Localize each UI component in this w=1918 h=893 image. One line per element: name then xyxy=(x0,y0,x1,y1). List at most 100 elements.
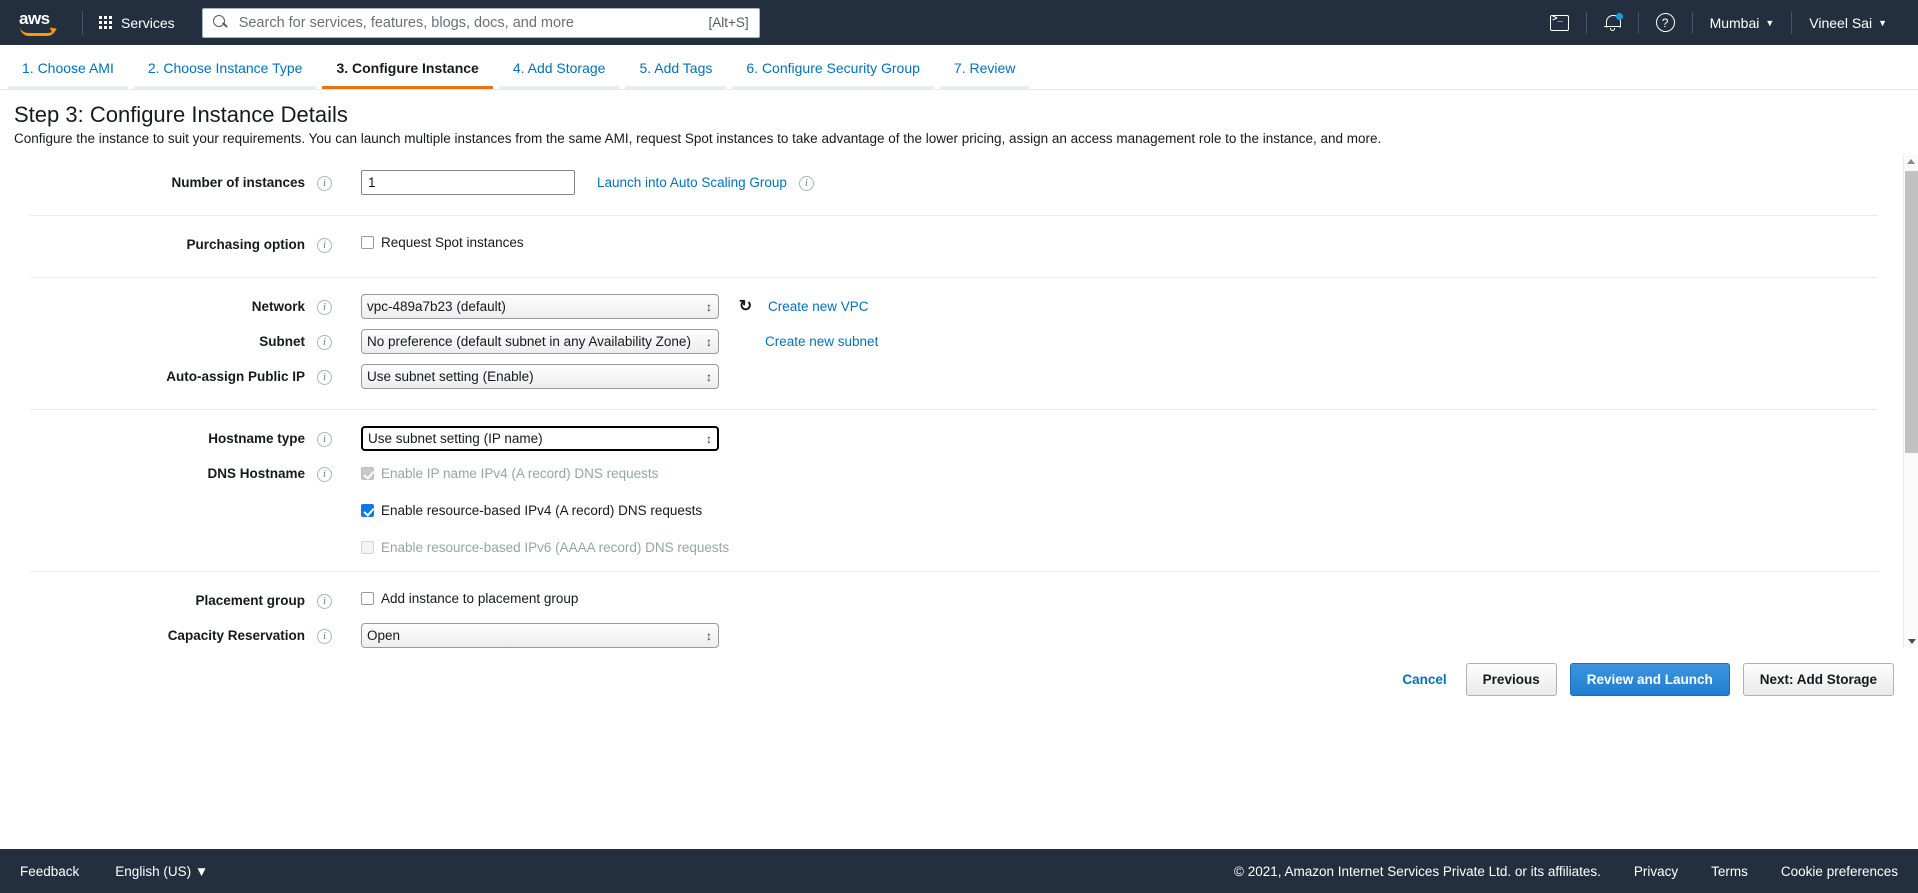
info-icon[interactable]: i xyxy=(317,335,332,350)
cloudshell-button[interactable] xyxy=(1533,0,1586,45)
cancel-button[interactable]: Cancel xyxy=(1396,664,1452,695)
hostname-type-select[interactable]: Use subnet setting (IP name) xyxy=(361,426,719,451)
info-icon[interactable]: i xyxy=(317,467,332,482)
cookie-preferences-link[interactable]: Cookie preferences xyxy=(1781,864,1898,879)
scroll-down-arrow-icon[interactable] xyxy=(1904,633,1918,648)
account-label: Vineel Sai xyxy=(1809,14,1873,31)
wizard-step-6[interactable]: 6. Configure Security Group xyxy=(732,54,934,89)
form-section-hostname: Hostname type i Use subnet setting (IP n… xyxy=(30,409,1878,571)
info-icon[interactable]: i xyxy=(317,238,332,253)
add-instance-to-placement-group-checkbox[interactable] xyxy=(361,592,374,605)
field-label: Subnet xyxy=(259,334,305,349)
info-icon[interactable]: i xyxy=(317,629,332,644)
field-dns-hostname: DNS Hostname i Enable IP name IPv4 (A re… xyxy=(30,461,1878,555)
chevron-down-icon: ▼ xyxy=(194,863,209,879)
wizard-action-bar: Cancel Previous Review and Launch Next: … xyxy=(0,648,1918,711)
subnet-select-wrapper: No preference (default subnet in any Ava… xyxy=(361,329,719,354)
aws-wordmark: aws xyxy=(19,8,50,28)
checkbox-label: Enable resource-based IPv4 (A record) DN… xyxy=(381,503,703,518)
top-navigation-right: ? Mumbai ▼ Vineel Sai ▼ xyxy=(1533,0,1904,45)
auto-assign-public-ip-select-wrapper: Use subnet setting (Enable) xyxy=(361,364,719,389)
dns-option-resource-based-ipv4-row[interactable]: Enable resource-based IPv4 (A record) DN… xyxy=(361,500,729,518)
top-navigation-bar: aws Services [Alt+S] ? Mumbai ▼ xyxy=(0,0,1918,45)
dns-option-resource-based-ipv4-checkbox[interactable] xyxy=(361,504,374,517)
refresh-icon[interactable]: ↻ xyxy=(737,298,754,315)
search-input[interactable] xyxy=(236,13,709,32)
wizard-step-3[interactable]: 3. Configure Instance xyxy=(322,54,493,89)
wizard-step-2[interactable]: 2. Choose Instance Type xyxy=(133,54,317,89)
services-menu-button[interactable]: Services xyxy=(89,9,185,37)
network-select[interactable]: vpc-489a7b23 (default) xyxy=(361,294,719,319)
scroll-up-arrow-icon[interactable] xyxy=(1904,154,1918,169)
privacy-link[interactable]: Privacy xyxy=(1634,864,1678,879)
vertical-scrollbar[interactable] xyxy=(1903,154,1918,648)
create-new-vpc-link[interactable]: Create new VPC xyxy=(768,294,869,314)
wizard-step-1[interactable]: 1. Choose AMI xyxy=(8,54,128,89)
dns-option-ip-name-ipv4-checkbox xyxy=(361,467,374,480)
subnet-select[interactable]: No preference (default subnet in any Ava… xyxy=(361,329,719,354)
dns-option-resource-based-ipv6-checkbox xyxy=(361,541,374,554)
create-new-subnet-link[interactable]: Create new subnet xyxy=(765,329,878,349)
auto-assign-public-ip-select[interactable]: Use subnet setting (Enable) xyxy=(361,364,719,389)
terms-link[interactable]: Terms xyxy=(1711,864,1748,879)
request-spot-instances-checkbox[interactable] xyxy=(361,236,374,249)
checkbox-label: Enable resource-based IPv6 (AAAA record)… xyxy=(381,540,730,555)
aws-logo[interactable]: aws xyxy=(18,9,62,37)
previous-button[interactable]: Previous xyxy=(1465,663,1557,696)
checkbox-label: Add instance to placement group xyxy=(381,591,579,606)
account-menu[interactable]: Vineel Sai ▼ xyxy=(1792,0,1904,45)
region-selector[interactable]: Mumbai ▼ xyxy=(1693,0,1792,45)
field-label: Network xyxy=(251,299,305,314)
checkbox-label: Request Spot instances xyxy=(381,235,524,250)
wizard-step-4[interactable]: 4. Add Storage xyxy=(498,54,620,89)
form-section-network: Network i vpc-489a7b23 (default) ↻ Creat… xyxy=(30,277,1878,409)
field-subnet: Subnet i No preference (default subnet i… xyxy=(30,329,1878,358)
add-instance-to-placement-group-row[interactable]: Add instance to placement group xyxy=(361,588,578,606)
scrollbar-thumb[interactable] xyxy=(1905,171,1918,453)
form-section-instances: Number of instances i Launch into Auto S… xyxy=(30,154,1878,215)
feedback-link[interactable]: Feedback xyxy=(20,864,79,879)
info-icon[interactable]: i xyxy=(798,176,814,191)
page-description: Configure the instance to suit your requ… xyxy=(14,131,1382,146)
wizard-step-5[interactable]: 5. Add Tags xyxy=(625,54,727,89)
review-and-launch-button[interactable]: Review and Launch xyxy=(1569,663,1730,696)
services-label: Services xyxy=(121,14,175,31)
region-label: Mumbai xyxy=(1709,14,1760,31)
wizard-steps: 1. Choose AMI 2. Choose Instance Type 3.… xyxy=(0,45,1918,90)
field-label: Capacity Reservation xyxy=(167,628,305,643)
field-label: Number of instances xyxy=(171,175,305,190)
info-icon[interactable]: i xyxy=(317,432,332,447)
request-spot-instances-row[interactable]: Request Spot instances xyxy=(361,232,524,250)
copyright-text: © 2021, Amazon Internet Services Private… xyxy=(1234,863,1601,879)
info-icon[interactable]: i xyxy=(317,370,332,385)
language-label: English (US) xyxy=(115,863,192,879)
next-add-storage-button[interactable]: Next: Add Storage xyxy=(1742,663,1894,696)
dns-option-resource-based-ipv6-row: Enable resource-based IPv6 (AAAA record)… xyxy=(361,537,729,555)
notifications-button[interactable] xyxy=(1587,0,1638,45)
info-icon[interactable]: i xyxy=(317,300,332,315)
chevron-down-icon: ▼ xyxy=(1765,17,1775,28)
wizard-step-7[interactable]: 7. Review xyxy=(939,54,1030,89)
global-search-box[interactable]: [Alt+S] xyxy=(201,7,760,38)
footer-left: Feedback English (US) ▼ xyxy=(20,864,208,879)
field-network: Network i vpc-489a7b23 (default) ↻ Creat… xyxy=(30,294,1878,323)
number-of-instances-input[interactable] xyxy=(361,170,575,195)
search-shortcut-hint: [Alt+S] xyxy=(708,15,749,30)
launch-into-auto-scaling-group-link[interactable]: Launch into Auto Scaling Group xyxy=(597,170,787,190)
help-button[interactable]: ? xyxy=(1639,0,1692,45)
language-selector[interactable]: English (US) ▼ xyxy=(115,864,208,879)
form-section-placement: Placement group i Add instance to placem… xyxy=(30,571,1878,648)
hostname-type-select-wrapper: Use subnet setting (IP name) xyxy=(361,426,719,451)
field-capacity-reservation: Capacity Reservation i Open xyxy=(30,623,1878,648)
field-label: Placement group xyxy=(195,593,305,608)
info-icon[interactable]: i xyxy=(317,594,332,609)
page-title: Step 3: Configure Instance Details xyxy=(14,102,348,127)
checkbox-label: Enable IP name IPv4 (A record) DNS reque… xyxy=(381,466,659,481)
network-select-wrapper: vpc-489a7b23 (default) xyxy=(361,294,719,319)
page-footer: Feedback English (US) ▼ © 2021, Amazon I… xyxy=(0,849,1918,893)
form-section-purchasing: Purchasing option i Request Spot instanc… xyxy=(30,215,1878,277)
field-label: Purchasing option xyxy=(186,237,305,252)
chevron-down-icon: ▼ xyxy=(1878,17,1887,28)
capacity-reservation-select[interactable]: Open xyxy=(361,623,719,648)
info-icon[interactable]: i xyxy=(317,176,332,191)
